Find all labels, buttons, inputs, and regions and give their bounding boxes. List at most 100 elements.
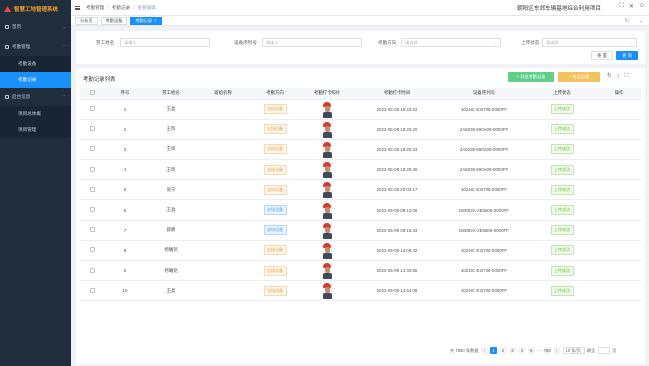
breadcrumb-item[interactable]: 考勤记录 [112,5,130,11]
row-checkbox[interactable] [80,240,105,262]
cell-photo[interactable] [301,99,353,120]
cell-actions [597,159,641,181]
reset-button[interactable]: 重 置 [591,51,613,60]
tab-records[interactable]: 考勤记录 × [130,16,162,25]
direction-select[interactable]: 请选择 ⌄ [401,38,501,47]
page-button[interactable]: 4 [518,347,526,354]
worker-photo[interactable] [322,140,332,158]
placeholder: 请输入 [124,39,137,45]
cell-photo[interactable] [301,240,353,262]
worker-photo[interactable] [322,120,332,138]
direction-badge: 进场设备 [263,225,287,236]
sidebar-item-project-manage[interactable]: 项目管理 [0,122,71,138]
export-records-button[interactable]: + 导出考勤记录 [508,72,554,82]
table-row[interactable]: 7 薛鹏 进场设备 2023-05-09 09:16:43 D8D82A-2E5606-… [80,220,641,241]
worker-photo[interactable] [322,181,332,199]
cell-photo[interactable] [301,280,353,302]
cell-photo[interactable] [301,199,353,221]
row-checkbox[interactable] [80,280,105,302]
cell-photo[interactable] [301,260,353,282]
project-name[interactable]: 朝阳区东郊车辆基地综合利用项目 [517,4,601,12]
page-button[interactable]: 2 [499,347,507,354]
column-header: 操作 [597,88,641,100]
worker-photo[interactable] [322,262,332,280]
cell-direction: 进场设备 [249,199,301,221]
row-checkbox[interactable] [80,139,105,161]
sidebar-item-home[interactable]: 首页 ⌄ [0,20,71,34]
select-all-checkbox[interactable] [80,88,105,100]
page-button[interactable]: 5 [527,347,535,354]
cell-no: 8 [105,240,145,262]
table-row[interactable]: 5 张宁 出场设备 2023-05-08 20:00:17 4024IC-E3I708-… [80,179,641,201]
sidebar-item-backend-info[interactable]: 后台信息 ⌃ [0,90,71,104]
page-size-select[interactable]: 10 条/页 [562,347,585,354]
cell-name: 张宁 [145,179,197,201]
sidebar-item-records[interactable]: 考勤记录 [0,72,71,88]
cell-direction: 进场设备 [249,220,301,241]
worker-photo[interactable] [322,100,332,118]
sidebar-item-devices[interactable]: 考勤设备 [0,56,71,72]
cell-direction: 出场设备 [249,240,301,262]
column-height-icon[interactable]: ↕ [617,73,620,80]
cell-no: 1 [105,99,145,120]
cell-photo[interactable] [301,179,353,201]
page-ellipsis[interactable]: ··· [537,348,541,353]
row-checkbox[interactable] [80,179,105,201]
page-button[interactable]: 1 [490,347,498,354]
next-page-button[interactable]: › [553,347,561,354]
worker-photo[interactable] [322,201,332,219]
row-checkbox[interactable] [80,99,105,120]
table-row[interactable]: 8 杨曦铭 出场设备 2023-05-09 14:08:42 4024IC-E3I708… [80,240,641,262]
cell-team [197,119,249,140]
worker-photo[interactable] [322,282,332,300]
refresh-icon[interactable]: ↻ [625,18,629,24]
row-checkbox[interactable] [80,220,105,241]
jump-input[interactable] [597,347,610,354]
table-row[interactable]: 9 杨曦铭 出场设备 2023-05-09 14:40:56 4024IC-E3I708… [80,260,641,282]
cell-photo[interactable] [301,159,353,181]
fullscreen-icon[interactable]: ⛶ [624,73,628,80]
row-checkbox[interactable] [80,119,105,140]
cell-photo[interactable] [301,119,353,140]
table-row[interactable]: 3 王辉 出场设备 2023-05-08 18:25:23 2A6039-590A08-… [80,139,641,161]
table-row[interactable]: 10 王晶 出场设备 2023-05-09 14:54:08 4024IC-E3I708… [80,280,641,302]
table-row[interactable]: 1 王晶 出场设备 2023-05-08 15:43:22 4024IC-E3I708-… [80,99,641,120]
cell-device: 4024IC-E3I708-0000FF [441,99,527,120]
row-checkbox[interactable] [80,159,105,181]
cell-time: 2023-05-09 14:40:56 [353,260,441,282]
tab-devices[interactable]: 考勤设备 [100,16,128,25]
close-icon[interactable]: ✕ [629,3,634,10]
upload-status-select[interactable]: 请选择 ⌄ [542,38,637,47]
export-daily-button[interactable]: + 导出日报 [558,72,600,82]
table-row[interactable]: 6 王晶 进场设备 2023-05-09 09:10:06 D8D82A-2E5606-… [80,199,641,221]
row-checkbox[interactable] [80,199,105,221]
menu-toggle-icon[interactable] [75,5,80,10]
sidebar-item-project-overview[interactable]: 项目总体概 [0,106,71,122]
table-row[interactable]: 2 王辉 出场设备 2023-05-08 18:25:20 2A6039-590A08-… [80,119,641,140]
sidebar-item-attendance[interactable]: 考勤管理 ⌃ [0,40,71,54]
cell-photo[interactable] [301,139,353,161]
user-icon[interactable]: ☺ [639,3,645,10]
worker-photo[interactable] [322,221,332,239]
chevron-down-icon[interactable]: ⌄ [639,18,643,24]
fullscreen-icon[interactable]: ⛶ [620,3,624,10]
cell-photo[interactable] [301,220,353,241]
cell-actions [597,280,641,302]
table-row[interactable]: 4 王辉 出场设备 2023-05-08 18:25:46 2A6039-590A08-… [80,159,641,181]
name-input[interactable]: 请输入 [120,38,210,47]
breadcrumb-item[interactable]: 考勤管理 [86,5,104,11]
column-header: 考勤方向 [249,88,301,100]
query-button[interactable]: 查 询 [616,51,638,60]
device-serial-input[interactable]: 请输入 [262,38,362,47]
row-checkbox[interactable] [80,260,105,282]
worker-photo[interactable] [322,241,332,259]
top-header: 考勤管理 / 考勤记录 / 查看编辑 朝阳区东郊车辆基地综合利用项目 ⛶ ✕ ☺ [71,0,649,15]
cell-name: 王辉 [145,119,197,140]
page-button[interactable]: 3 [508,347,516,354]
close-icon[interactable]: × [154,18,156,23]
tab-analysis[interactable]: 分析页 [75,16,98,25]
refresh-icon[interactable]: ↻ [607,73,612,80]
prev-page-button[interactable]: ‹ [480,347,488,354]
page-button[interactable]: 786 [543,347,551,354]
worker-photo[interactable] [322,161,332,179]
